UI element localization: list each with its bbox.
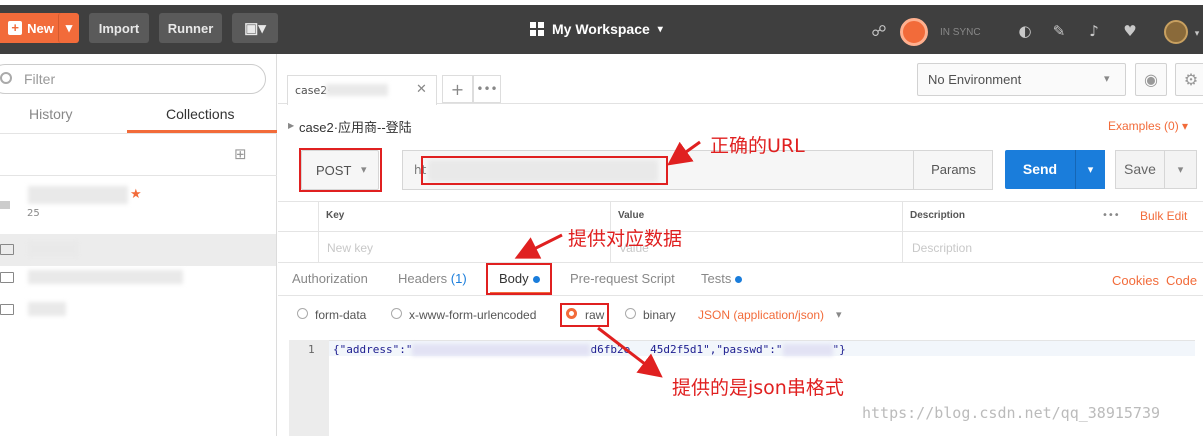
annotation-arrows xyxy=(514,140,701,378)
json-annotation: 提供的是json串格式 xyxy=(672,377,844,399)
body-arrow xyxy=(514,233,563,259)
watermark: https://blog.csdn.net/qq_38915739 xyxy=(862,404,1161,422)
json-arrow xyxy=(597,326,663,378)
url-arrow xyxy=(667,140,701,166)
body-annotation: 提供对应数据 xyxy=(568,228,683,250)
url-annotation: 正确的URL xyxy=(710,135,805,157)
